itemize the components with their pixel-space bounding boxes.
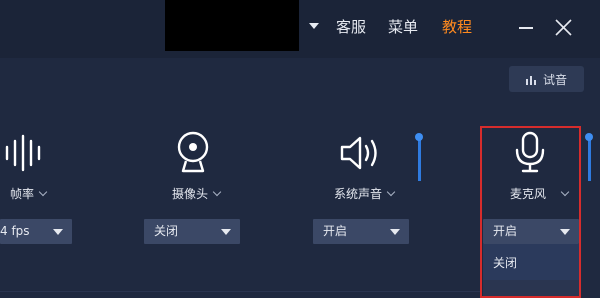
system-sound-volume-slider[interactable]: [418, 138, 421, 181]
camera-select[interactable]: 关闭: [144, 219, 240, 244]
frame-rate-select[interactable]: 4 fps: [0, 219, 72, 244]
system-sound-select[interactable]: 开启: [313, 219, 409, 244]
microphone-option-off[interactable]: 关闭: [493, 255, 517, 271]
divider: [0, 291, 480, 292]
chevron-down-icon: [212, 187, 222, 197]
minimize-button[interactable]: [519, 27, 533, 29]
dropdown-arrow-icon: [560, 229, 570, 235]
close-button[interactable]: [555, 19, 572, 36]
menu-link[interactable]: 菜单: [388, 17, 418, 37]
bar-chart-icon: [525, 75, 536, 85]
dropdown-arrow-icon: [53, 229, 63, 235]
system-sound-label[interactable]: 系统声音: [334, 186, 396, 202]
tutorial-link[interactable]: 教程: [442, 17, 472, 37]
microphone-icon: [515, 131, 545, 173]
chevron-down-icon: [38, 187, 48, 197]
microphone-select[interactable]: 开启: [483, 219, 579, 244]
frame-rate-label[interactable]: 帧率: [10, 186, 48, 202]
customer-service-link[interactable]: 客服: [336, 17, 366, 37]
microphone-dropdown-menu: 关闭: [483, 244, 579, 280]
test-audio-label: 试音: [542, 72, 567, 87]
title-bar: [0, 0, 600, 58]
chevron-down-icon: [386, 187, 396, 197]
system-sound-volume-handle[interactable]: [415, 133, 423, 141]
test-audio-button[interactable]: 试音: [509, 66, 584, 92]
microphone-volume-slider[interactable]: [588, 138, 591, 181]
webcam-icon: [177, 131, 209, 173]
redacted-region: [165, 0, 299, 51]
speaker-icon: [340, 136, 377, 170]
microphone-dropdown-next-option[interactable]: [483, 280, 579, 296]
dropdown-arrow-icon: [221, 229, 231, 235]
microphone-volume-handle[interactable]: [585, 133, 593, 141]
dropdown-arrow-icon: [390, 229, 400, 235]
microphone-label[interactable]: 麦克风: [510, 186, 570, 202]
waveform-icon: [5, 134, 41, 172]
account-dropdown-arrow-icon[interactable]: [309, 23, 319, 29]
camera-label[interactable]: 摄像头: [172, 186, 222, 202]
chevron-down-icon: [560, 187, 570, 197]
